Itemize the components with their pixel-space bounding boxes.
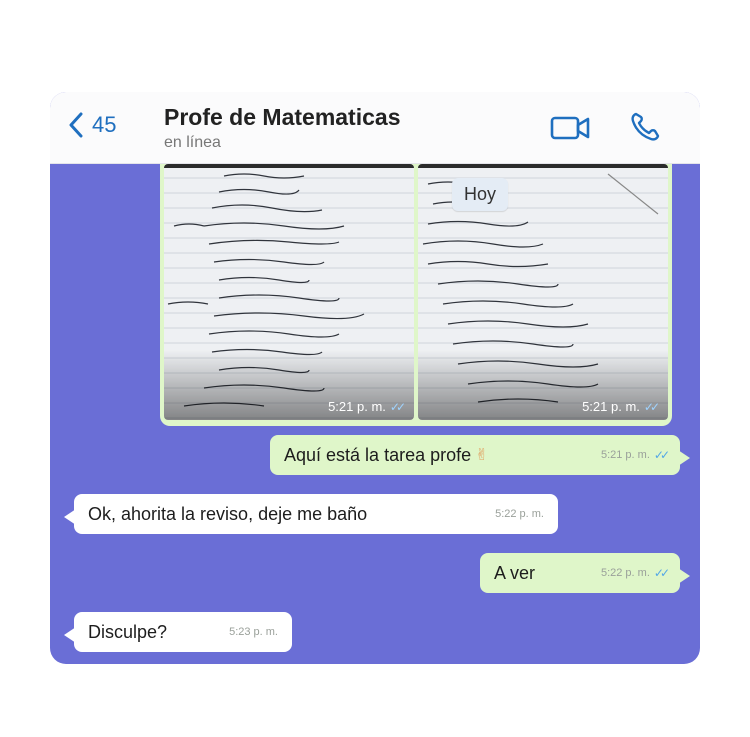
message-timestamp: 5:23 p. m. — [229, 626, 278, 638]
message-timestamp: 5:21 p. m. — [600, 449, 650, 461]
image-message-group: 5:21 p. m. ✓✓ 5:21 p. m. ✓✓ Hoy — [160, 164, 672, 426]
message-text: A ver — [494, 562, 536, 583]
chat-header: 45 Profe de Matematicas en línea — [50, 92, 700, 164]
message-text: Disculpe? — [88, 621, 168, 642]
image-timestamp: 5:21 p. m. ✓✓ — [328, 399, 406, 414]
image-timestamp: 5:21 p. m. ✓✓ — [582, 399, 660, 414]
message-bubble-incoming[interactable]: Ok, ahorita la reviso, deje me baño 5:22… — [64, 494, 558, 534]
message-bubble-outgoing[interactable]: A ver 5:22 p. m. ✓✓ — [480, 553, 690, 593]
message-bubble-outgoing[interactable]: Aquí está la tarea profe ✌ 5:21 p. m. ✓✓ — [270, 435, 690, 475]
double-check-icon: ✓✓ — [653, 566, 670, 580]
message-text: Aquí está la tarea profe — [284, 444, 472, 465]
victory-hand-emoji: ✌ — [475, 447, 489, 464]
contact-name[interactable]: Profe de Matematicas — [164, 104, 400, 131]
phone-call-icon[interactable] — [628, 110, 662, 144]
contact-status: en línea — [164, 134, 221, 151]
chevron-left-icon — [69, 112, 83, 138]
double-check-icon: ✓✓ — [653, 448, 670, 462]
double-check-icon: ✓✓ — [643, 399, 660, 414]
message-text: Ok, ahorita la reviso, deje me baño — [88, 503, 368, 524]
message-list[interactable]: 5:21 p. m. ✓✓ 5:21 p. m. ✓✓ Hoy Aquí est… — [50, 164, 700, 664]
date-separator: Hoy — [452, 178, 509, 211]
chat-screen: 45 Profe de Matematicas en línea 5:21 p.… — [50, 92, 700, 664]
back-button[interactable]: 45 — [68, 112, 116, 138]
message-bubble-incoming[interactable]: Disculpe? 5:23 p. m. — [64, 612, 292, 652]
message-timestamp: 5:22 p. m. — [495, 508, 544, 520]
unread-count: 45 — [92, 112, 117, 137]
message-timestamp: 5:22 p. m. — [600, 567, 650, 579]
double-check-icon: ✓✓ — [389, 399, 406, 414]
homework-photo[interactable]: 5:21 p. m. ✓✓ — [164, 164, 414, 420]
video-call-icon[interactable] — [550, 114, 592, 142]
